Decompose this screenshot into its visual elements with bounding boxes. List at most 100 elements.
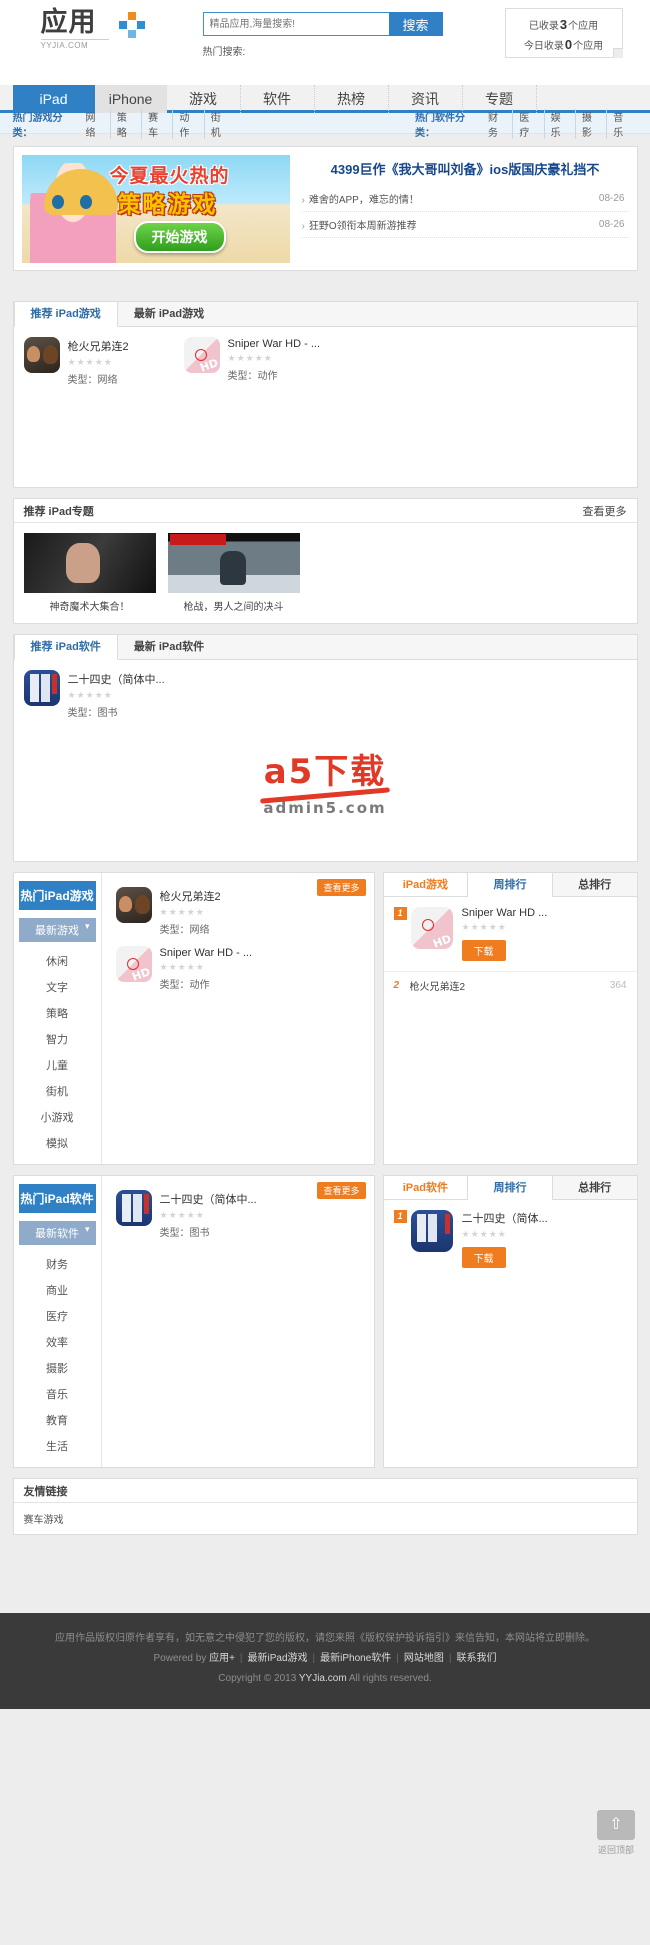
tab-recommended-ipad-software[interactable]: 推荐 iPad软件	[13, 635, 118, 660]
topic-thumbnail	[167, 533, 300, 593]
app-name[interactable]: 二十四史（简体中...	[160, 1191, 257, 1207]
app-name[interactable]: 枪火兄弟连2	[68, 338, 129, 354]
sidebar-item-simulation[interactable]: 模拟	[14, 1130, 101, 1156]
sidebar-item-puzzle[interactable]: 智力	[14, 1026, 101, 1052]
subnav-game-link-0[interactable]: 网络	[80, 108, 111, 139]
subnav-game-link-2[interactable]: 赛车	[142, 108, 174, 139]
rank-tab-total[interactable]: 总排行	[553, 1176, 637, 1199]
rank-tab-weekly[interactable]: 周排行	[467, 873, 553, 897]
stats-total-row: 已收录3个应用	[506, 16, 622, 36]
footer-link-newest-ipad-games[interactable]: 最新iPad游戏	[248, 1653, 308, 1664]
subnav-game-link-4[interactable]: 街机	[205, 109, 235, 139]
app-item[interactable]: 二十四史（简体中... ★★★★★ 类型：图书	[23, 670, 184, 719]
hot-software-more-button[interactable]: 查看更多	[317, 1182, 366, 1199]
download-button[interactable]: 下载	[461, 1247, 506, 1268]
sidebar-item-business[interactable]: 商业	[14, 1277, 101, 1303]
rank-tab-ipad-games[interactable]: iPad游戏	[383, 873, 468, 896]
sidebar-item-kids[interactable]: 儿童	[14, 1052, 101, 1078]
hot-games-sidebar-selected[interactable]: 最新游戏	[18, 918, 96, 942]
sidebar-item-lifestyle[interactable]: 生活	[14, 1433, 101, 1459]
footer-link-newest-iphone-software[interactable]: 最新iPhone软件	[320, 1653, 391, 1664]
subnav-software-link-3[interactable]: 摄影	[576, 108, 608, 139]
ranking-top-item[interactable]: 1 二十四史（简体... ★★★★★ 下载	[384, 1200, 637, 1278]
app-item[interactable]: 二十四史（简体中... ★★★★★ 类型：图书	[115, 1190, 276, 1239]
rank-tab-total[interactable]: 总排行	[553, 873, 637, 896]
app-item[interactable]: 枪火兄弟连2 ★★★★★ 类型：网络	[115, 887, 276, 936]
news-item[interactable]: 难舍的APP，难忘的情！ 08-26	[301, 186, 629, 212]
hot-games-more-button[interactable]: 查看更多	[317, 879, 366, 896]
sidebar-item-minigames[interactable]: 小游戏	[14, 1104, 101, 1130]
footer-link-contact[interactable]: 联系我们	[457, 1653, 497, 1664]
hot-software-sidebar-selected[interactable]: 最新软件	[18, 1221, 96, 1245]
rank-tab-ipad-software[interactable]: iPad软件	[383, 1176, 468, 1199]
footer-copyright-site[interactable]: YYJia.com	[299, 1673, 347, 1684]
subnav-games-title: 热门游戏分类：	[12, 112, 63, 139]
subnav-software-link-2[interactable]: 娱乐	[545, 108, 576, 139]
ranking-item-name[interactable]: Sniper War HD ...	[462, 907, 548, 919]
app-name[interactable]: 二十四史（简体中...	[68, 671, 165, 687]
topic-item[interactable]: 枪战，男人之间的决斗	[167, 533, 300, 613]
hot-software-sidebar: 热门iPad软件 最新软件 财务 商业 医疗 效率 摄影 音乐 教育 生活	[14, 1176, 102, 1467]
stats-today-count: 0	[564, 37, 573, 52]
sidebar-item-finance[interactable]: 财务	[14, 1251, 101, 1277]
app-item[interactable]: 枪火兄弟连2 ★★★★★ 类型：网络	[23, 337, 184, 386]
app-name[interactable]: 枪火兄弟连2	[160, 888, 221, 904]
subnav-game-link-1[interactable]: 策略	[111, 108, 143, 139]
search-input[interactable]	[202, 12, 389, 36]
banner-cta-button[interactable]: 开始游戏	[133, 221, 226, 253]
stats-today-prefix: 今日收录	[523, 41, 564, 52]
software-tabs: 推荐 iPad软件 最新 iPad软件	[13, 635, 637, 660]
topic-item[interactable]: 神奇魔术大集合！	[23, 533, 156, 613]
gun-icon	[115, 887, 152, 923]
footer-link-brand[interactable]: 应用+	[209, 1653, 235, 1664]
ranking-list-item[interactable]: 2 枪火兄弟连2 364	[383, 971, 637, 999]
software-ranking-panel: iPad软件 周排行 总排行 1 二十四史（简体... ★★★★★ 下载	[382, 1175, 638, 1468]
app-category-label: 类型：	[67, 708, 98, 719]
promo-banner-image[interactable]: 今夏最火热的 策略游戏 开始游戏	[21, 155, 290, 263]
app-item[interactable]: HD Sniper War HD - ... ★★★★★ 类型：动作	[183, 337, 344, 386]
app-name[interactable]: Sniper War HD - ...	[228, 338, 321, 350]
ranking-top-item[interactable]: 1 HD Sniper War HD ... ★★★★★ 下载	[384, 897, 637, 971]
recommended-topics-panel: 推荐 iPad专题 查看更多 神奇魔术大集合！ 枪战，男人之间的决斗	[12, 498, 638, 624]
back-to-top[interactable]: ⇧ 返回顶部	[597, 1810, 635, 1856]
featured-news-title[interactable]: 4399巨作《我大哥叫刘备》ios版国庆豪礼挡不	[302, 157, 629, 186]
subnav-software-link-4[interactable]: 音乐	[607, 109, 637, 139]
subnav-software-link-0[interactable]: 财务	[482, 108, 514, 139]
footer-link-sitemap[interactable]: 网站地图	[404, 1653, 444, 1664]
sidebar-item-music[interactable]: 音乐	[14, 1381, 101, 1407]
sidebar-item-arcade[interactable]: 街机	[14, 1078, 101, 1104]
app-name[interactable]: Sniper War HD - ...	[160, 947, 253, 959]
download-button[interactable]: 下载	[461, 940, 506, 961]
ranking-item-name[interactable]: 枪火兄弟连2	[410, 978, 610, 993]
tab-newest-ipad-games[interactable]: 最新 iPad游戏	[118, 302, 220, 327]
search-button[interactable]: 搜索	[388, 12, 443, 36]
sidebar-item-strategy[interactable]: 策略	[14, 1000, 101, 1026]
site-header: 应用 YYJIA.COM 搜索 热门搜索: 已	[0, 0, 650, 85]
subnav-software-link-1[interactable]: 医疗	[513, 108, 545, 139]
news-item[interactable]: 狂野O领衔本周新游推荐 08-26	[301, 212, 629, 238]
nav-item-hotlist[interactable]: 热榜	[315, 85, 389, 113]
sidebar-item-casual[interactable]: 休闲	[14, 948, 101, 974]
arrow-up-icon[interactable]: ⇧	[597, 1810, 635, 1840]
news-list: 4399巨作《我大哥叫刘备》ios版国庆豪礼挡不 难舍的APP，难忘的情！ 08…	[290, 155, 629, 262]
topics-more-link[interactable]: 查看更多	[583, 503, 627, 519]
nav-item-software[interactable]: 软件	[241, 85, 315, 113]
sidebar-item-education[interactable]: 教育	[14, 1407, 101, 1433]
site-logo[interactable]: 应用 YYJIA.COM	[40, 8, 161, 50]
sidebar-item-photography[interactable]: 摄影	[14, 1355, 101, 1381]
friend-link-item[interactable]: 赛车游戏	[24, 1515, 64, 1526]
tab-newest-ipad-software[interactable]: 最新 iPad软件	[118, 635, 220, 660]
rating-stars: ★★★★★	[461, 1229, 507, 1239]
software-tab-body: 二十四史（简体中... ★★★★★ 类型：图书 a5下载 admin5.com	[14, 660, 637, 861]
subnav-game-link-3[interactable]: 动作	[173, 108, 205, 139]
app-item[interactable]: HD Sniper War HD - ... ★★★★★ 类型：动作	[115, 946, 276, 991]
tab-recommended-ipad-games[interactable]: 推荐 iPad游戏	[13, 302, 118, 327]
rank-tab-weekly[interactable]: 周排行	[467, 1176, 553, 1200]
search-area: 搜索 热门搜索:	[202, 12, 443, 58]
sidebar-item-medical[interactable]: 医疗	[14, 1303, 101, 1329]
a5-logo-text: a5下载	[24, 755, 627, 789]
sidebar-item-productivity[interactable]: 效率	[14, 1329, 101, 1355]
friend-links-title: 友情链接	[23, 1485, 68, 1498]
ranking-item-name[interactable]: 二十四史（简体...	[462, 1210, 548, 1226]
sidebar-item-word[interactable]: 文字	[14, 974, 101, 1000]
